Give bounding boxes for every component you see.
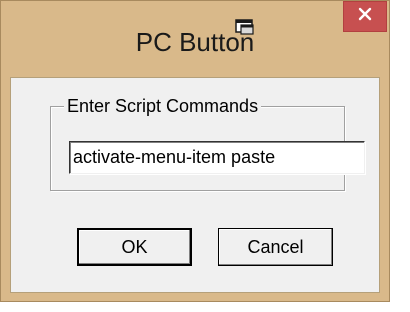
script-commands-group: Enter Script Commands — [50, 95, 365, 191]
ok-button[interactable]: OK — [77, 228, 192, 266]
title-bar[interactable]: PC Button — [1, 1, 389, 77]
group-label: Enter Script Commands — [64, 95, 262, 117]
ok-button-label: OK — [121, 236, 148, 257]
close-button[interactable] — [343, 1, 387, 32]
window-icon — [235, 18, 255, 36]
window-title: PC Button — [135, 27, 255, 57]
dialog-window: PC Button Enter Script Commands OK — [0, 0, 390, 302]
cancel-button-label: Cancel — [247, 236, 304, 257]
cancel-button[interactable]: Cancel — [218, 228, 333, 266]
close-icon — [358, 7, 372, 26]
script-command-input[interactable] — [69, 141, 365, 174]
dialog-client-area: Enter Script Commands OK Cancel — [10, 77, 380, 293]
